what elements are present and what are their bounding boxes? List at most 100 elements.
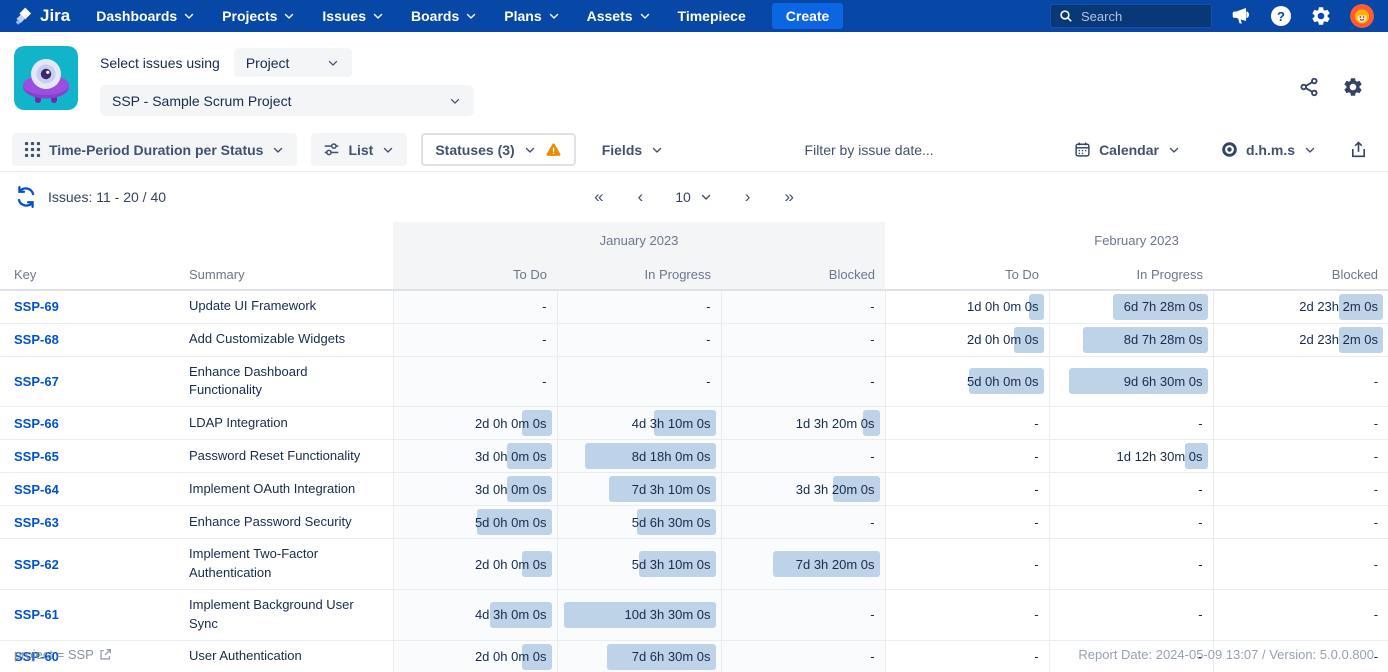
nav-menu-label: Plans [504, 8, 541, 24]
duration-cell: 10d 3h 30m 0s [557, 589, 721, 640]
issue-summary-cell: Implement Background User Sync [185, 589, 393, 640]
timepiece-app-logo [14, 46, 78, 110]
issue-key-link[interactable]: SSP-66 [14, 416, 59, 431]
chevron-down-icon [638, 9, 652, 23]
duration-cell: 4d 3h 10m 0s [557, 407, 721, 440]
duration-cell: - [721, 356, 885, 407]
chevron-down-icon [464, 9, 478, 23]
col-header-jan-blocked: Blocked [721, 259, 885, 290]
nav-menu-label: Timepiece [678, 8, 746, 24]
first-page-button[interactable]: « [592, 187, 605, 207]
duration-cell: 5d 0h 0m 0s [393, 506, 557, 539]
prev-page-button[interactable]: ‹ [636, 187, 646, 207]
export-button[interactable] [1345, 133, 1372, 166]
issue-key-link[interactable]: SSP-64 [14, 482, 59, 497]
nav-menu-projects[interactable]: Projects [222, 8, 296, 24]
issue-source-select[interactable]: Project [234, 48, 352, 77]
duration-cell: 1d 12h 30m 0s [1049, 440, 1213, 473]
issue-key-link[interactable]: SSP-61 [14, 607, 59, 622]
announcements-button[interactable] [1230, 5, 1252, 27]
issue-key-link[interactable]: SSP-69 [14, 299, 59, 314]
duration-cell: 5d 3h 10m 0s [557, 539, 721, 590]
nav-menu-timepiece[interactable]: Timepiece [678, 8, 746, 24]
chevron-down-icon [381, 143, 395, 157]
last-page-button[interactable]: » [782, 187, 795, 207]
report-info: Report Date: 2024-05-09 13:07 / Version:… [1078, 647, 1374, 662]
project-select[interactable]: SSP - Sample Scrum Project [100, 85, 474, 116]
top-navbar: Jira Dashboards Projects Issues Boards Plans… [0, 0, 1388, 32]
duration-cell: - [393, 323, 557, 356]
issue-key-link[interactable]: SSP-68 [14, 332, 59, 347]
nav-settings-button[interactable] [1310, 5, 1332, 27]
page-size-select[interactable]: 10 [675, 189, 713, 205]
table-row: SSP-67Enhance Dashboard Functionality---… [0, 356, 1388, 407]
jira-logo-icon [14, 6, 34, 26]
nav-menu-label: Projects [222, 8, 277, 24]
col-header-summary: Summary [185, 259, 393, 290]
table-row: SSP-69Update UI Framework---1d 0h 0m 0s6… [0, 290, 1388, 323]
help-icon: ? [1271, 6, 1291, 26]
duration-cell: - [1049, 473, 1213, 506]
view-select[interactable]: List [311, 133, 407, 166]
statuses-select[interactable]: Statuses (3) [421, 133, 575, 166]
report-settings-gear-icon[interactable] [1342, 76, 1364, 98]
nav-menu-issues[interactable]: Issues [322, 8, 385, 24]
calendar-select[interactable]: Calendar [1062, 133, 1193, 166]
search-input[interactable] [1081, 9, 1191, 24]
col-header-feb-blocked: Blocked [1213, 259, 1388, 290]
duration-cell: - [393, 290, 557, 323]
chevron-down-icon [371, 9, 385, 23]
create-button[interactable]: Create [772, 3, 844, 29]
duration-cell: - [1213, 506, 1388, 539]
duration-cell: - [721, 323, 885, 356]
duration-cell: - [557, 290, 721, 323]
chevron-down-icon [523, 143, 537, 157]
header-actions [1298, 72, 1364, 102]
issue-key-cell: SSP-61 [0, 589, 185, 640]
group-header-january: January 2023 [393, 222, 885, 259]
nav-menu-assets[interactable]: Assets [587, 8, 652, 24]
nav-menu-dashboards[interactable]: Dashboards [96, 8, 196, 24]
refresh-button[interactable] [14, 185, 38, 209]
chevron-down-icon [1303, 143, 1317, 157]
duration-cell: 3d 0h 0m 0s [393, 473, 557, 506]
chevron-down-icon [1167, 143, 1181, 157]
duration-cell: - [1213, 407, 1388, 440]
chevron-down-icon [448, 94, 462, 108]
jql-text: project = SSP [14, 647, 94, 662]
duration-cell: - [721, 440, 885, 473]
issue-date-filter[interactable]: Filter by issue date... [805, 142, 934, 158]
global-search[interactable] [1050, 4, 1212, 28]
duration-cell: 8d 18h 0m 0s [557, 440, 721, 473]
issue-key-link[interactable]: SSP-65 [14, 449, 59, 464]
duration-cell: - [1049, 407, 1213, 440]
jira-logo[interactable]: Jira [14, 6, 70, 26]
refresh-icon [14, 185, 38, 209]
issue-key-link[interactable]: SSP-67 [14, 374, 59, 389]
jql-filter-link[interactable]: project = SSP [14, 647, 112, 662]
user-avatar[interactable] [1350, 4, 1374, 28]
issues-range-label: Issues: 11 - 20 / 40 [48, 189, 166, 205]
avatar-icon [1350, 4, 1374, 28]
report-type-select[interactable]: Time-Period Duration per Status [12, 133, 297, 166]
issue-key-link[interactable]: SSP-62 [14, 557, 59, 572]
help-button[interactable]: ? [1270, 5, 1292, 27]
fields-select[interactable]: Fields [590, 133, 676, 166]
duration-format-select[interactable]: d.h.m.s [1209, 133, 1329, 166]
nav-menu-label: Assets [587, 8, 633, 24]
nav-menu-plans[interactable]: Plans [504, 8, 560, 24]
sliders-icon [323, 141, 340, 158]
chevron-down-icon [326, 56, 340, 70]
duration-cell: 9d 6h 30m 0s [1049, 356, 1213, 407]
issue-key-cell: SSP-66 [0, 407, 185, 440]
duration-cell: - [885, 407, 1049, 440]
col-header-jan-todo: To Do [393, 259, 557, 290]
issue-key-link[interactable]: SSP-63 [14, 515, 59, 530]
next-page-button[interactable]: › [743, 187, 753, 207]
nav-menu-boards[interactable]: Boards [411, 8, 478, 24]
chevron-down-icon [282, 9, 296, 23]
megaphone-icon [1230, 5, 1252, 27]
statuses-value: Statuses (3) [435, 142, 514, 158]
share-icon[interactable] [1298, 76, 1320, 98]
table-row: SSP-63Enhance Password Security5d 0h 0m … [0, 506, 1388, 539]
